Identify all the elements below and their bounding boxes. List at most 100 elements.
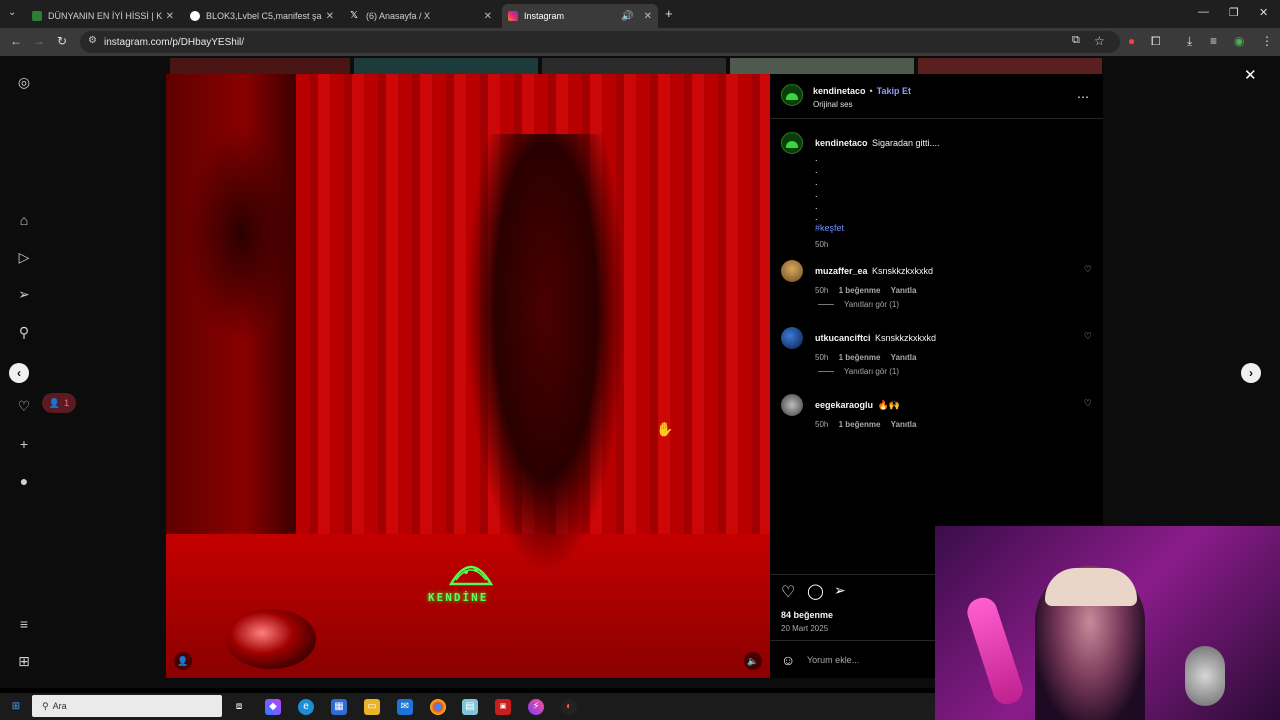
also-from-meta-icon[interactable]: ⊞ xyxy=(16,653,32,669)
comment-username[interactable]: eegekaraoglu xyxy=(815,400,873,410)
post-video[interactable]: KENDİNE 👤 🔈 ✋ xyxy=(166,74,770,678)
comment-username[interactable]: utkucanciftci xyxy=(815,333,871,343)
comment-like-heart-icon[interactable]: ♡ xyxy=(1084,398,1092,409)
tab-list-chevron-icon[interactable]: ⌄ xyxy=(8,7,16,18)
back-arrow-icon[interactable]: ← xyxy=(10,34,22,48)
comment-text: Ksnskkzkxkxkd xyxy=(871,266,933,276)
comment-avatar[interactable] xyxy=(781,327,803,349)
task-view-icon[interactable]: ⧈ xyxy=(231,699,247,715)
previous-post-button[interactable]: ‹ xyxy=(9,363,29,383)
address-bar[interactable]: ⚙ instagram.com/p/DHbayYEShil/ xyxy=(80,31,1120,53)
caption-hashtag[interactable]: #keşfet xyxy=(815,223,1085,233)
instagram-logo-icon[interactable]: ◎ xyxy=(16,74,32,90)
bookmark-star-icon[interactable]: ☆ xyxy=(1094,34,1105,48)
copilot-icon[interactable]: ◆ xyxy=(265,699,281,715)
view-replies-button[interactable]: Yanıtları gör (1) xyxy=(818,300,899,309)
store-icon[interactable]: ▦ xyxy=(331,699,347,715)
media-control-icon[interactable]: ≡ xyxy=(1210,34,1217,48)
tab-4-active[interactable]: Instagram 🔊 ✕ xyxy=(502,4,658,28)
mail-icon[interactable]: ✉ xyxy=(397,699,413,715)
tab-1-label: DÜNYANIN EN İYİ HİSSİ | KÖR S xyxy=(48,11,162,21)
tagged-users-icon[interactable]: 👤 xyxy=(174,652,192,670)
site-info-icon[interactable]: ⚙ xyxy=(88,35,97,46)
author-avatar[interactable] xyxy=(781,84,803,106)
background-thumbnail xyxy=(730,58,914,74)
direct-send-icon[interactable]: ➢ xyxy=(16,286,32,302)
caption-block: kendinetaco Sigaradan gitti.... . . . . … xyxy=(815,133,1085,249)
comment-time[interactable]: 50h xyxy=(815,420,828,429)
next-post-button[interactable]: › xyxy=(1241,363,1261,383)
new-tab-plus-icon[interactable]: + xyxy=(665,6,673,21)
voice-app-icon[interactable]: ▣ xyxy=(495,699,511,715)
chrome-icon[interactable] xyxy=(430,699,446,715)
file-explorer-icon[interactable]: ▭ xyxy=(364,699,380,715)
search-icon[interactable]: ⚲ xyxy=(16,324,32,340)
app-red-icon[interactable]: ◐ xyxy=(561,699,577,715)
comment-likes[interactable]: 1 beğenme xyxy=(839,286,881,295)
window-minimize-icon[interactable]: — xyxy=(1198,6,1209,18)
home-icon[interactable]: ⌂ xyxy=(16,212,32,228)
add-comment-input[interactable]: Yorum ekle... xyxy=(807,655,859,665)
create-plus-icon[interactable]: + xyxy=(16,436,32,452)
comment-likes[interactable]: 1 beğenme xyxy=(839,420,881,429)
edge-icon[interactable]: e xyxy=(298,699,314,715)
view-replies-button[interactable]: Yanıtları gör (1) xyxy=(818,367,899,376)
notepad-icon[interactable]: ▤ xyxy=(462,699,478,715)
author-username[interactable]: kendinetaco xyxy=(813,86,866,96)
extension-red-icon[interactable]: ● xyxy=(1128,34,1135,48)
tab-4-close-icon[interactable]: ✕ xyxy=(644,11,652,22)
caption-avatar[interactable] xyxy=(781,132,803,154)
tab-2-close-icon[interactable]: ✕ xyxy=(326,11,334,22)
browser-menu-icon[interactable]: ⋮ xyxy=(1261,34,1273,48)
comment-time[interactable]: 50h xyxy=(815,286,828,295)
comment-time[interactable]: 50h xyxy=(815,353,828,362)
reels-icon[interactable]: ▷ xyxy=(16,249,32,265)
tab-3[interactable]: 𝕏 (6) Anasayfa / X ✕ xyxy=(344,4,498,28)
taskbar-search-input[interactable]: ⚲ Ara xyxy=(32,695,222,717)
tab-audio-icon[interactable]: 🔊 xyxy=(621,11,633,22)
notification-badge[interactable]: 👤 1 xyxy=(42,393,76,413)
likes-count[interactable]: 84 beğenme xyxy=(781,610,833,620)
notifications-heart-icon[interactable]: ♡ xyxy=(16,398,32,414)
emoji-picker-icon[interactable]: ☺ xyxy=(781,652,795,668)
reply-button[interactable]: Yanıtla xyxy=(891,353,917,362)
mute-toggle-icon[interactable]: 🔈 xyxy=(744,652,762,670)
notification-person-icon: 👤 xyxy=(48,397,61,408)
caption-time[interactable]: 50h xyxy=(815,240,1085,249)
close-modal-icon[interactable]: ✕ xyxy=(1244,66,1257,84)
comment-meta: 50h 1 beğenme Yanıtla xyxy=(815,353,1065,362)
webcam-microphone xyxy=(1185,646,1225,706)
more-menu-icon[interactable]: ≡ xyxy=(16,616,32,632)
taco-logo-text: KENDİNE xyxy=(428,591,489,604)
like-heart-icon[interactable]: ♡ xyxy=(781,582,795,602)
forward-arrow-icon[interactable]: → xyxy=(33,34,45,48)
window-restore-icon[interactable]: ❐ xyxy=(1229,6,1239,19)
profile-avatar-icon[interactable]: ● xyxy=(16,473,32,489)
more-options-icon[interactable]: ⋯ xyxy=(1077,90,1089,104)
tab-1[interactable]: DÜNYANIN EN İYİ HİSSİ | KÖR S ✕ xyxy=(26,4,180,28)
comment-like-heart-icon[interactable]: ♡ xyxy=(1084,264,1092,275)
window-close-icon[interactable]: ✕ xyxy=(1259,6,1268,19)
messenger-icon[interactable]: ⚡ xyxy=(528,699,544,715)
comment-username[interactable]: muzaffer_ea xyxy=(815,266,868,276)
reply-button[interactable]: Yanıtla xyxy=(891,420,917,429)
comment-avatar[interactable] xyxy=(781,260,803,282)
comment-likes[interactable]: 1 beğenme xyxy=(839,353,881,362)
follow-button[interactable]: Takip Et xyxy=(877,86,911,96)
reload-icon[interactable]: ↻ xyxy=(57,34,67,48)
comment-bubble-icon[interactable]: ◯ xyxy=(807,582,824,600)
share-send-icon[interactable]: ➢ xyxy=(834,582,846,599)
tab-1-close-icon[interactable]: ✕ xyxy=(166,11,174,22)
comment-avatar[interactable] xyxy=(781,394,803,416)
tab-3-close-icon[interactable]: ✕ xyxy=(484,11,492,22)
extensions-puzzle-icon[interactable]: ⧠ xyxy=(1151,34,1161,49)
caption-username[interactable]: kendinetaco xyxy=(815,138,868,148)
tab-2[interactable]: BLOK3,Lvbel C5,manifest şarkıla ✕ xyxy=(184,4,340,28)
reply-button[interactable]: Yanıtla xyxy=(891,286,917,295)
audio-label[interactable]: Orijinal ses xyxy=(813,100,853,109)
download-icon[interactable]: ⤓ xyxy=(1187,34,1192,49)
install-app-icon[interactable]: ⧉ xyxy=(1072,34,1080,47)
comment-like-heart-icon[interactable]: ♡ xyxy=(1084,331,1092,342)
profile-icon[interactable]: ◉ xyxy=(1234,34,1244,48)
start-menu-icon[interactable]: ⊞ xyxy=(8,699,24,715)
